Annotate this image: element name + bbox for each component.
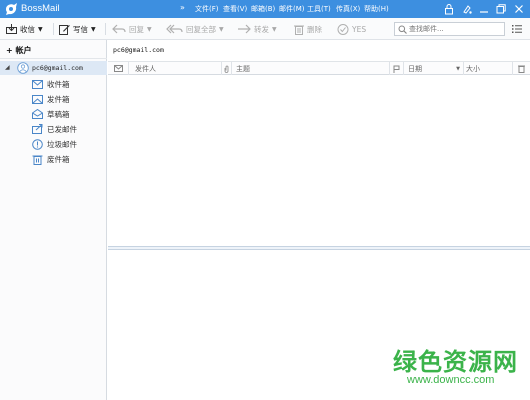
folder-inbox[interactable]: 收件箱 [32, 77, 70, 91]
reply-button[interactable]: 回复 ▼ [112, 22, 152, 36]
reply-label: 回复 [129, 24, 144, 34]
compose-icon [59, 24, 70, 35]
column-attachment[interactable] [221, 62, 231, 75]
search-icon [398, 25, 407, 34]
bossmail-logo-icon [6, 3, 17, 15]
receive-icon [6, 24, 17, 34]
minimize-icon[interactable] [478, 3, 490, 15]
folder-spam[interactable]: 垃圾邮件 [32, 137, 77, 151]
column-delete[interactable] [512, 62, 530, 75]
drafts-icon [32, 109, 43, 119]
inbox-icon [32, 79, 43, 89]
trash-icon [32, 155, 43, 165]
chevron-down-icon[interactable]: ▼ [38, 26, 43, 33]
inbox-label: 收信 [20, 24, 35, 34]
spam-icon [32, 138, 43, 150]
watermark-url: www.downcc.com [407, 374, 495, 386]
menu-mail[interactable]: 邮件(M) [279, 4, 307, 14]
folder-label: 垃圾邮件 [47, 139, 77, 149]
expand-arrow-icon[interactable]: ◢ [5, 64, 10, 71]
menu-overflow-chevron[interactable]: » [180, 3, 185, 12]
sent-icon [32, 124, 43, 134]
trash-icon [518, 65, 525, 73]
folder-trash[interactable]: 废件箱 [32, 152, 70, 166]
search-box[interactable] [394, 22, 505, 36]
forward-icon [238, 24, 251, 34]
delete-label: 删除 [307, 24, 322, 34]
folder-outbox[interactable]: 发件箱 [32, 92, 70, 106]
chevron-down-icon[interactable]: ▼ [91, 26, 96, 33]
add-account-label: 帐户 [15, 46, 32, 55]
folder-label: 收件箱 [47, 79, 70, 89]
trash-icon [294, 25, 304, 35]
yes-button[interactable]: YES [337, 22, 366, 36]
menu-bar: 文件(F) 查看(V) 邮箱(B) 邮件(M) 工具(T) 传真(X) 帮助(H… [195, 4, 392, 14]
watermark-title: 绿色资源网 [393, 348, 518, 376]
account-name: pc6@gmail.com [32, 64, 83, 72]
folder-label: 草稿箱 [47, 109, 70, 119]
reply-icon [112, 24, 126, 34]
add-account-button[interactable]: + 帐户 [6, 45, 32, 56]
column-label: 日期 [408, 64, 422, 73]
menu-tools[interactable]: 工具(T) [307, 4, 336, 14]
reply-all-label: 回复全部 [186, 24, 216, 34]
column-read-status[interactable] [108, 62, 128, 75]
forward-label: 转发 [254, 24, 269, 34]
search-input[interactable] [409, 24, 503, 34]
hamburger-menu-icon[interactable] [511, 23, 523, 35]
column-label: 发件人 [135, 64, 156, 73]
menu-mailbox[interactable]: 邮箱(B) [251, 4, 279, 14]
outbox-icon [32, 94, 43, 104]
inbox-button[interactable]: 收信 ▼ [6, 22, 43, 36]
flag-icon [393, 65, 400, 73]
column-label: 大小 [466, 64, 480, 73]
reply-all-icon [166, 24, 183, 34]
column-size[interactable]: 大小 [463, 62, 512, 75]
compose-button[interactable]: 写信 ▼ [59, 22, 96, 36]
menu-file[interactable]: 文件(F) [195, 4, 223, 14]
mailbox-title: pc6@gmail.com [113, 46, 164, 54]
folder-sent[interactable]: 已发邮件 [32, 122, 77, 136]
title-bar: BossMail » 文件(F) 查看(V) 邮箱(B) 邮件(M) 工具(T)… [0, 0, 530, 18]
toolbar-divider [105, 23, 106, 35]
folder-label: 发件箱 [47, 94, 70, 104]
account-icon [17, 62, 29, 74]
sidebar-divider [0, 58, 107, 59]
delete-button[interactable]: 删除 [294, 22, 322, 36]
mail-list-header: 发件人 主题 日期 ▼ 大小 [108, 61, 530, 75]
close-icon[interactable] [513, 3, 525, 15]
menu-view[interactable]: 查看(V) [223, 4, 251, 14]
yes-icon [337, 23, 349, 35]
mail-list[interactable] [108, 76, 530, 246]
column-subject[interactable]: 主题 [231, 62, 389, 75]
forward-button[interactable]: 转发 ▼ [237, 22, 277, 36]
reply-all-button[interactable]: 回复全部 ▼ [166, 22, 224, 36]
menu-fax[interactable]: 传真(X) [336, 4, 364, 14]
chevron-down-icon[interactable]: ▼ [147, 26, 152, 33]
menu-help[interactable]: 帮助(H) [364, 4, 392, 14]
column-date[interactable]: 日期 ▼ [403, 62, 463, 75]
chevron-down-icon[interactable]: ▼ [272, 26, 277, 33]
folder-label: 已发邮件 [47, 124, 77, 134]
chevron-down-icon[interactable]: ▼ [219, 26, 224, 33]
lock-icon[interactable] [443, 3, 455, 15]
folder-drafts[interactable]: 草稿箱 [32, 107, 70, 121]
yes-label: YES [352, 24, 367, 34]
column-sender[interactable]: 发件人 [128, 62, 221, 75]
column-label: 主题 [236, 64, 250, 73]
sort-desc-icon: ▼ [456, 65, 460, 72]
attachment-icon [224, 65, 229, 73]
plus-icon: + [6, 46, 13, 55]
compose-label: 写信 [73, 24, 88, 34]
restore-icon[interactable] [495, 3, 507, 15]
toolbar-divider [53, 23, 54, 35]
envelope-icon [113, 65, 123, 72]
app-title: BossMail [21, 3, 60, 14]
column-flag[interactable] [389, 62, 403, 75]
theme-icon[interactable] [461, 3, 473, 15]
folder-label: 废件箱 [47, 154, 70, 164]
